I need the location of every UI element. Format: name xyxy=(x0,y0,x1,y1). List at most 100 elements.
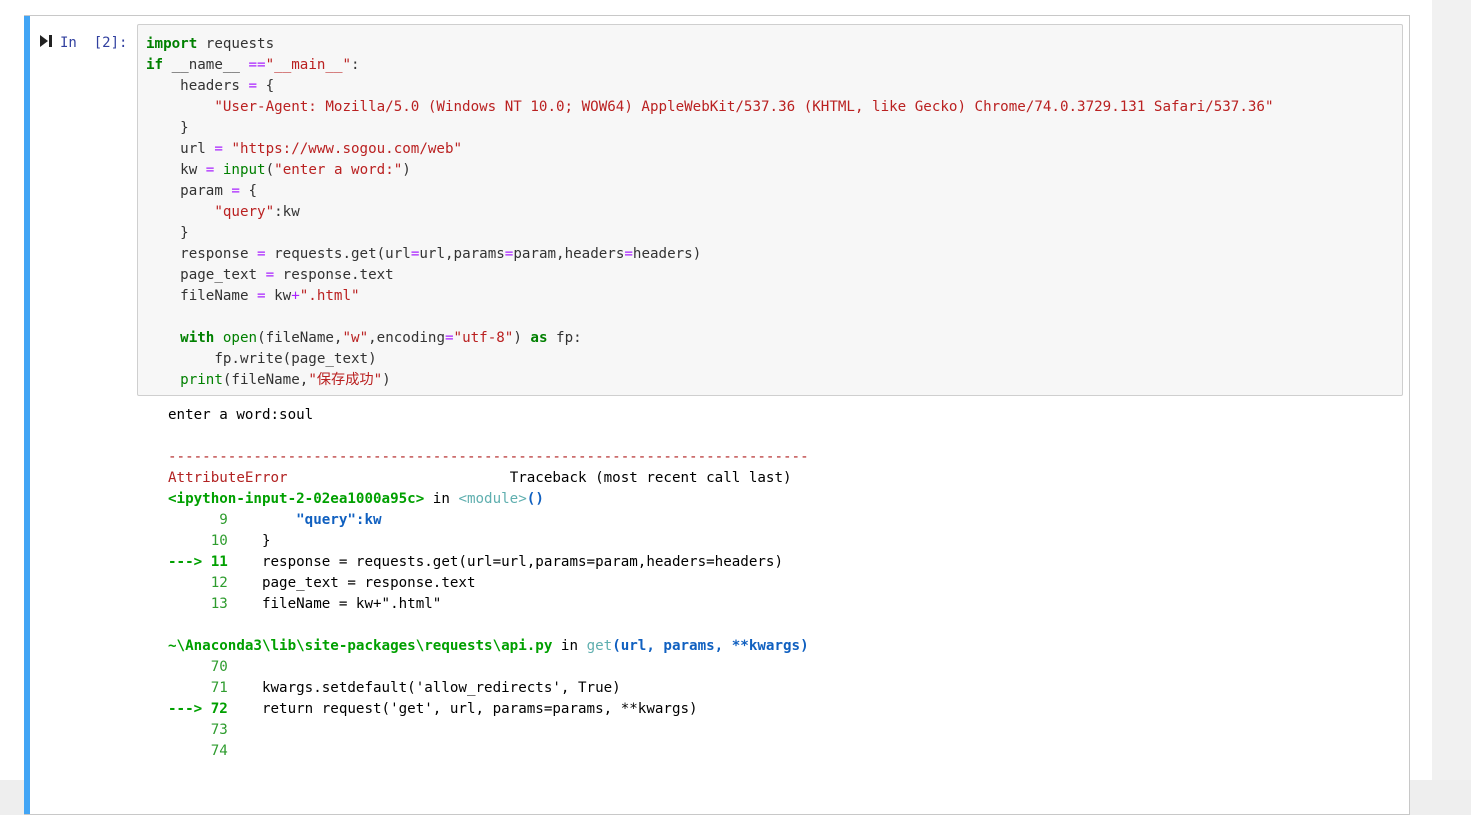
stdin-line: enter a word:soul xyxy=(168,407,314,423)
frame-func: get xyxy=(586,638,613,654)
code-token: "User-Agent: Mozilla/5.0 (Windows NT 10.… xyxy=(214,99,1274,115)
tb-lineno: 71 xyxy=(210,680,228,696)
code-token: "保存成功" xyxy=(308,372,383,388)
code-token: } xyxy=(146,225,189,241)
code-token: = xyxy=(444,330,454,346)
code-token: } xyxy=(146,120,189,136)
frame-in: in xyxy=(432,491,450,507)
code-token: url xyxy=(146,141,215,157)
code-token: fileName xyxy=(146,288,258,304)
code-token: + xyxy=(291,288,300,304)
code-token: :kw xyxy=(274,204,300,220)
code-token: "query" xyxy=(214,204,275,220)
code-token: import xyxy=(146,36,198,52)
code-token: "enter a word:" xyxy=(274,162,403,178)
code-token: open xyxy=(222,330,258,346)
code-token: { xyxy=(239,183,258,199)
code-token: ) xyxy=(382,372,391,388)
tb-arrow: ---> xyxy=(168,554,203,570)
code-token: "__main__" xyxy=(265,57,352,73)
code-token: kw xyxy=(146,162,206,178)
code-token: "w" xyxy=(342,330,369,346)
code-token: kw xyxy=(265,288,292,304)
run-cell-icon[interactable] xyxy=(39,34,53,48)
notebook-container: In [2]: import requests if __name__ =="_… xyxy=(0,0,1432,815)
code-token: fp.write(page_text) xyxy=(146,351,377,367)
input-prompt: In [2]: xyxy=(60,35,128,51)
code-token: requests.get(url xyxy=(265,246,411,262)
frame-in: in xyxy=(560,638,579,654)
code-token: = xyxy=(624,246,633,262)
code-token: url,params xyxy=(419,246,505,262)
code-token: __name__ xyxy=(171,57,249,73)
code-token: param,headers xyxy=(513,246,625,262)
code-token: (fileName, xyxy=(222,372,309,388)
code-token: requests xyxy=(205,36,275,52)
page-scroll-track[interactable] xyxy=(1432,0,1471,780)
tb-lineno: 12 xyxy=(210,575,228,591)
code-token: "https://www.sogou.com/web" xyxy=(231,141,463,157)
code-token: = xyxy=(257,288,266,304)
frame-file: ~\Anaconda3\lib\site-packages\requests\a… xyxy=(168,638,553,654)
code-token: ) xyxy=(402,162,411,178)
code-token: headers xyxy=(146,78,249,94)
code-token: : xyxy=(351,57,360,73)
tb-code: "query":kw xyxy=(227,512,382,528)
code-token: ,encoding xyxy=(368,330,445,346)
code-token: input xyxy=(222,162,266,178)
cell-selected-indicator xyxy=(24,16,30,814)
code-token: = xyxy=(265,267,275,283)
code-token: ( xyxy=(265,162,275,178)
code-token: if xyxy=(146,57,164,73)
code-token: response xyxy=(146,246,258,262)
code-token: as xyxy=(530,330,548,346)
tb-arrow: ---> xyxy=(168,701,203,717)
code-token: ) xyxy=(513,330,531,346)
code-token: with xyxy=(180,330,215,346)
code-token: { xyxy=(257,78,275,94)
tb-code: } xyxy=(227,533,271,549)
traceback-label: Traceback (most recent call last) xyxy=(509,470,792,486)
tb-code: return request('get', url, params=params… xyxy=(227,701,698,717)
tb-lineno: 10 xyxy=(210,533,228,549)
code-token: param xyxy=(146,183,232,199)
tb-lineno: 9 xyxy=(219,512,228,528)
tb-code: response = requests.get(url=url,params=p… xyxy=(227,554,784,570)
code-token: ".html" xyxy=(299,288,360,304)
code-token: = xyxy=(257,246,266,262)
code-token: (fileName, xyxy=(257,330,343,346)
frame-args: () xyxy=(526,491,544,507)
tb-lineno: 74 xyxy=(210,743,228,759)
code-token: page_text xyxy=(146,267,266,283)
tb-lineno: 73 xyxy=(210,722,228,738)
frame-func: <module> xyxy=(458,491,527,507)
tb-code: fileName = kw+".html" xyxy=(227,596,442,612)
frame-file: <ipython-input-2-02ea1000a95c> xyxy=(168,491,425,507)
code-token: headers) xyxy=(632,246,702,262)
code-token: response.text xyxy=(274,267,394,283)
code-token: = xyxy=(205,162,215,178)
code-editor[interactable]: import requests if __name__ =="__main__"… xyxy=(137,24,1403,396)
code-cell[interactable]: In [2]: import requests if __name__ =="_… xyxy=(24,15,1410,815)
traceback-separator: ----------------------------------------… xyxy=(168,449,809,465)
code-text[interactable]: import requests if __name__ =="__main__"… xyxy=(146,34,1274,391)
cell-output: enter a word:soul ----------------------… xyxy=(168,405,809,762)
frame-args: (url, params, **kwargs) xyxy=(612,638,809,654)
tb-lineno: 11 xyxy=(210,554,228,570)
code-token: = xyxy=(231,183,240,199)
code-token: = xyxy=(248,78,258,94)
tb-lineno: 13 xyxy=(210,596,228,612)
tb-code: kwargs.setdefault('allow_redirects', Tru… xyxy=(227,680,621,696)
code-token: = xyxy=(214,141,223,157)
code-token: fp: xyxy=(547,330,582,346)
tb-lineno: 72 xyxy=(210,701,228,717)
error-name: AttributeError xyxy=(168,470,288,486)
code-token: "utf-8" xyxy=(453,330,514,346)
tb-code: page_text = response.text xyxy=(227,575,476,591)
tb-lineno: 70 xyxy=(210,659,228,675)
code-token: == xyxy=(248,57,266,73)
